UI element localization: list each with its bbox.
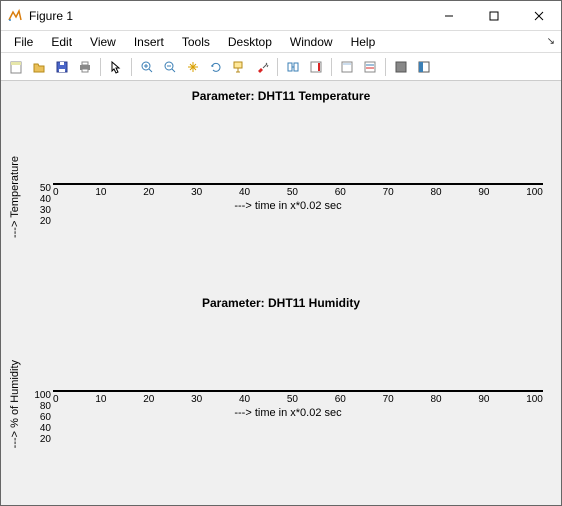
datatip-button[interactable] — [228, 56, 250, 78]
window-title: Figure 1 — [29, 9, 426, 23]
hide-tools-button[interactable] — [390, 56, 412, 78]
minimize-button[interactable] — [426, 1, 471, 30]
x-ticks: 0102030405060708090100 — [53, 394, 543, 405]
toolbar-separator — [131, 58, 132, 76]
titlebar: Figure 1 — [1, 1, 561, 31]
chart-humidity: Parameter: DHT11 Humidity ---> % of Humi… — [9, 296, 553, 497]
figure-area: Parameter: DHT11 Temperature ---> Temper… — [1, 81, 561, 505]
y-ticks: 50403020 — [25, 183, 51, 185]
axes-button[interactable] — [359, 56, 381, 78]
menu-view[interactable]: View — [81, 33, 125, 51]
save-button[interactable] — [51, 56, 73, 78]
dock-button[interactable] — [413, 56, 435, 78]
toolbar-separator — [100, 58, 101, 76]
pointer-button[interactable] — [105, 56, 127, 78]
toolbar-separator — [277, 58, 278, 76]
menu-insert[interactable]: Insert — [125, 33, 173, 51]
matlab-icon — [7, 8, 23, 24]
close-button[interactable] — [516, 1, 561, 30]
plot-area[interactable] — [53, 390, 543, 392]
maximize-button[interactable] — [471, 1, 516, 30]
toolbar — [1, 53, 561, 81]
print-button[interactable] — [74, 56, 96, 78]
menu-tools[interactable]: Tools — [173, 33, 219, 51]
y-axis-label: ---> Temperature — [9, 156, 21, 238]
open-button[interactable] — [28, 56, 50, 78]
y-ticks: 10080604020 — [25, 390, 51, 392]
brush-button[interactable] — [251, 56, 273, 78]
rotate-button[interactable] — [205, 56, 227, 78]
x-axis-label: ---> time in x*0.02 sec — [23, 407, 553, 419]
menubar-overflow-icon[interactable]: ↘ — [547, 36, 555, 47]
plot-area[interactable] — [53, 183, 543, 185]
toolbar-separator — [331, 58, 332, 76]
toolbar-separator — [385, 58, 386, 76]
zoom-in-button[interactable] — [136, 56, 158, 78]
menu-edit[interactable]: Edit — [42, 33, 81, 51]
zoom-out-button[interactable] — [159, 56, 181, 78]
new-figure-button[interactable] — [5, 56, 27, 78]
chart-title: Parameter: DHT11 Temperature — [192, 89, 371, 103]
pan-button[interactable] — [182, 56, 204, 78]
menu-help[interactable]: Help — [342, 33, 385, 51]
figure-window: Figure 1 File Edit View Insert Tools Des… — [0, 0, 562, 506]
x-axis-label: ---> time in x*0.02 sec — [23, 200, 553, 212]
x-ticks: 0102030405060708090100 — [53, 187, 543, 198]
colorbar-button[interactable] — [305, 56, 327, 78]
link-button[interactable] — [282, 56, 304, 78]
menubar: File Edit View Insert Tools Desktop Wind… — [1, 31, 561, 53]
chart-title: Parameter: DHT11 Humidity — [202, 296, 360, 310]
y-axis-label: ---> % of Humidity — [9, 360, 21, 448]
legend-button[interactable] — [336, 56, 358, 78]
chart-temperature: Parameter: DHT11 Temperature ---> Temper… — [9, 89, 553, 290]
menu-file[interactable]: File — [5, 33, 42, 51]
window-controls — [426, 1, 561, 30]
menu-desktop[interactable]: Desktop — [219, 33, 281, 51]
menu-window[interactable]: Window — [281, 33, 342, 51]
